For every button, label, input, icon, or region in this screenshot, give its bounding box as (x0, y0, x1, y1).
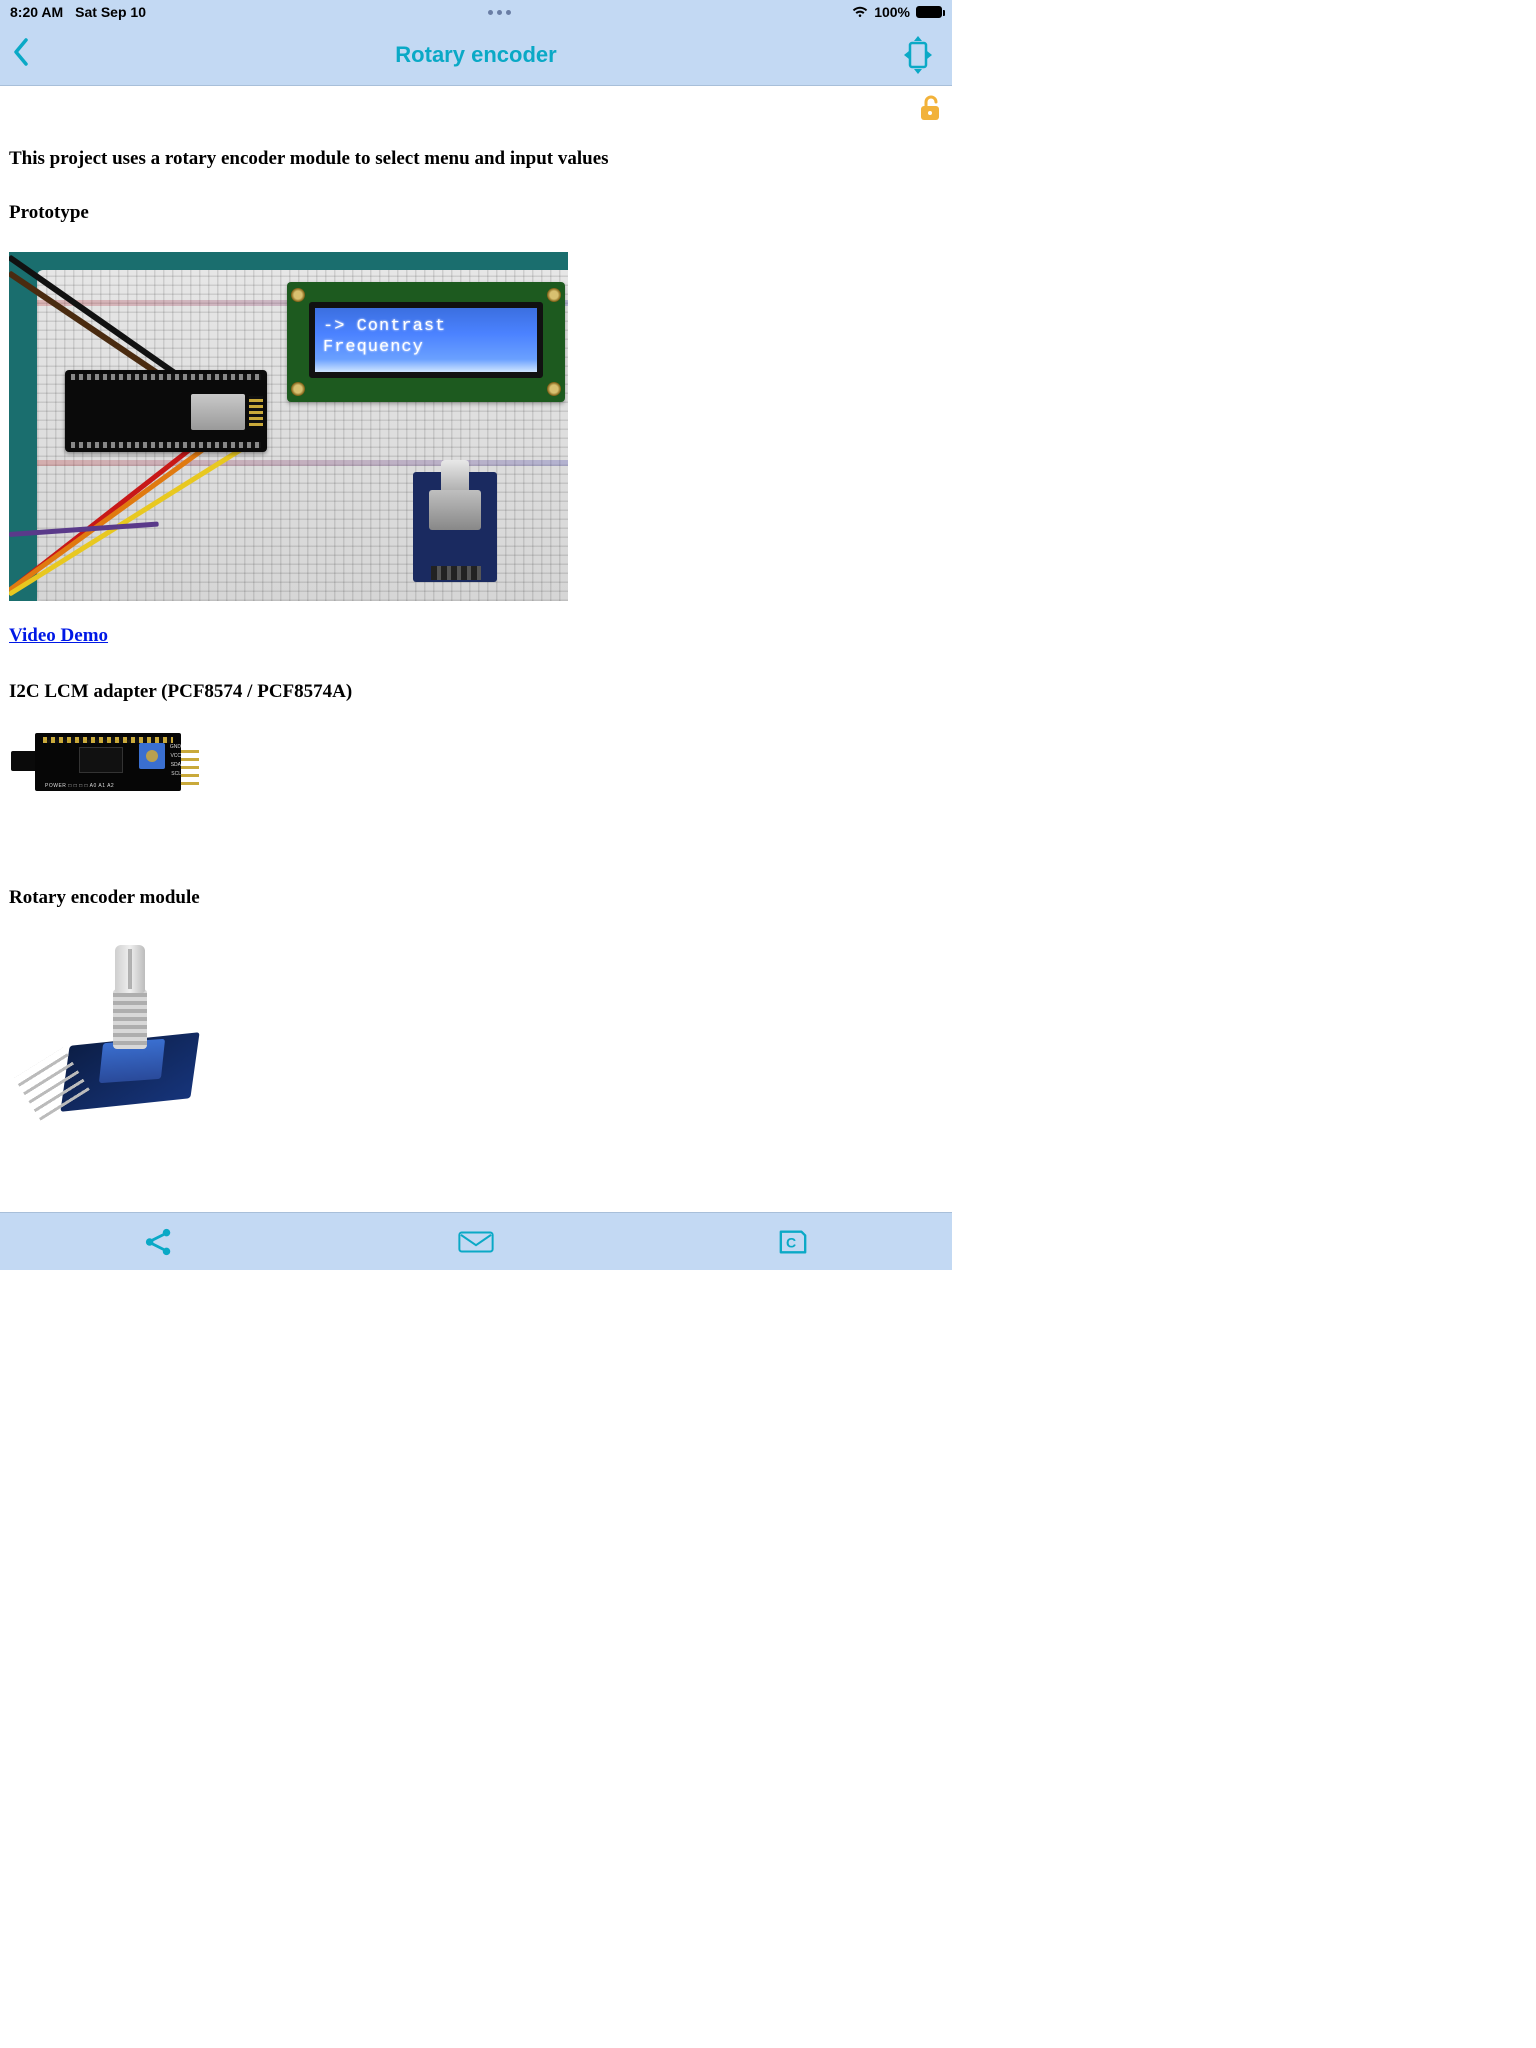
mcu-board (65, 370, 267, 452)
rotary-heading: Rotary encoder module (9, 887, 943, 909)
bottom-toolbar: C (0, 1212, 952, 1270)
video-demo-link[interactable]: Video Demo (9, 625, 108, 647)
share-button[interactable] (137, 1220, 181, 1264)
lcd-line-2: Frequency (323, 337, 529, 358)
status-date: Sat Sep 10 (75, 4, 146, 20)
i2c-heading: I2C LCM adapter (PCF8574 / PCF8574A) (9, 681, 943, 703)
i2c-adapter-image: POWER □ □ □ □ A0 A1 A2 GNDVCCSDASCL (9, 729, 199, 803)
share-icon (140, 1227, 178, 1257)
intro-text: This project uses a rotary encoder modul… (9, 148, 943, 170)
status-bar: 8:20 AM Sat Sep 10 100% (0, 0, 952, 24)
code-icon: C (774, 1227, 812, 1257)
mail-button[interactable] (454, 1220, 498, 1264)
mail-icon (457, 1227, 495, 1257)
code-button[interactable]: C (771, 1220, 815, 1264)
wifi-icon (852, 6, 868, 18)
rotary-module-image (9, 935, 203, 1129)
svg-text:C: C (786, 1234, 796, 1250)
nav-bar: Rotary encoder (0, 24, 952, 86)
prototype-heading: Prototype (9, 202, 943, 224)
orientation-button[interactable] (898, 33, 938, 77)
content-area[interactable]: This project uses a rotary encoder modul… (0, 86, 952, 1129)
multitask-dots[interactable] (488, 10, 511, 15)
status-right: 100% (852, 4, 942, 20)
prototype-image: -> Contrast Frequency (9, 252, 568, 601)
encoder-in-photo (413, 472, 497, 582)
i2c-silk-side: GNDVCCSDASCL (170, 743, 181, 779)
status-left: 8:20 AM Sat Sep 10 (10, 4, 146, 20)
i2c-silk-bottom: POWER □ □ □ □ A0 A1 A2 (45, 783, 189, 789)
battery-percent: 100% (874, 4, 910, 20)
unlock-icon[interactable] (918, 92, 942, 122)
battery-icon (916, 6, 942, 18)
back-button[interactable] (12, 38, 30, 72)
page-title: Rotary encoder (395, 42, 556, 68)
lcd-line-1: -> Contrast (323, 316, 529, 337)
lcd-screen: -> Contrast Frequency (309, 302, 543, 378)
status-time: 8:20 AM (10, 4, 63, 20)
